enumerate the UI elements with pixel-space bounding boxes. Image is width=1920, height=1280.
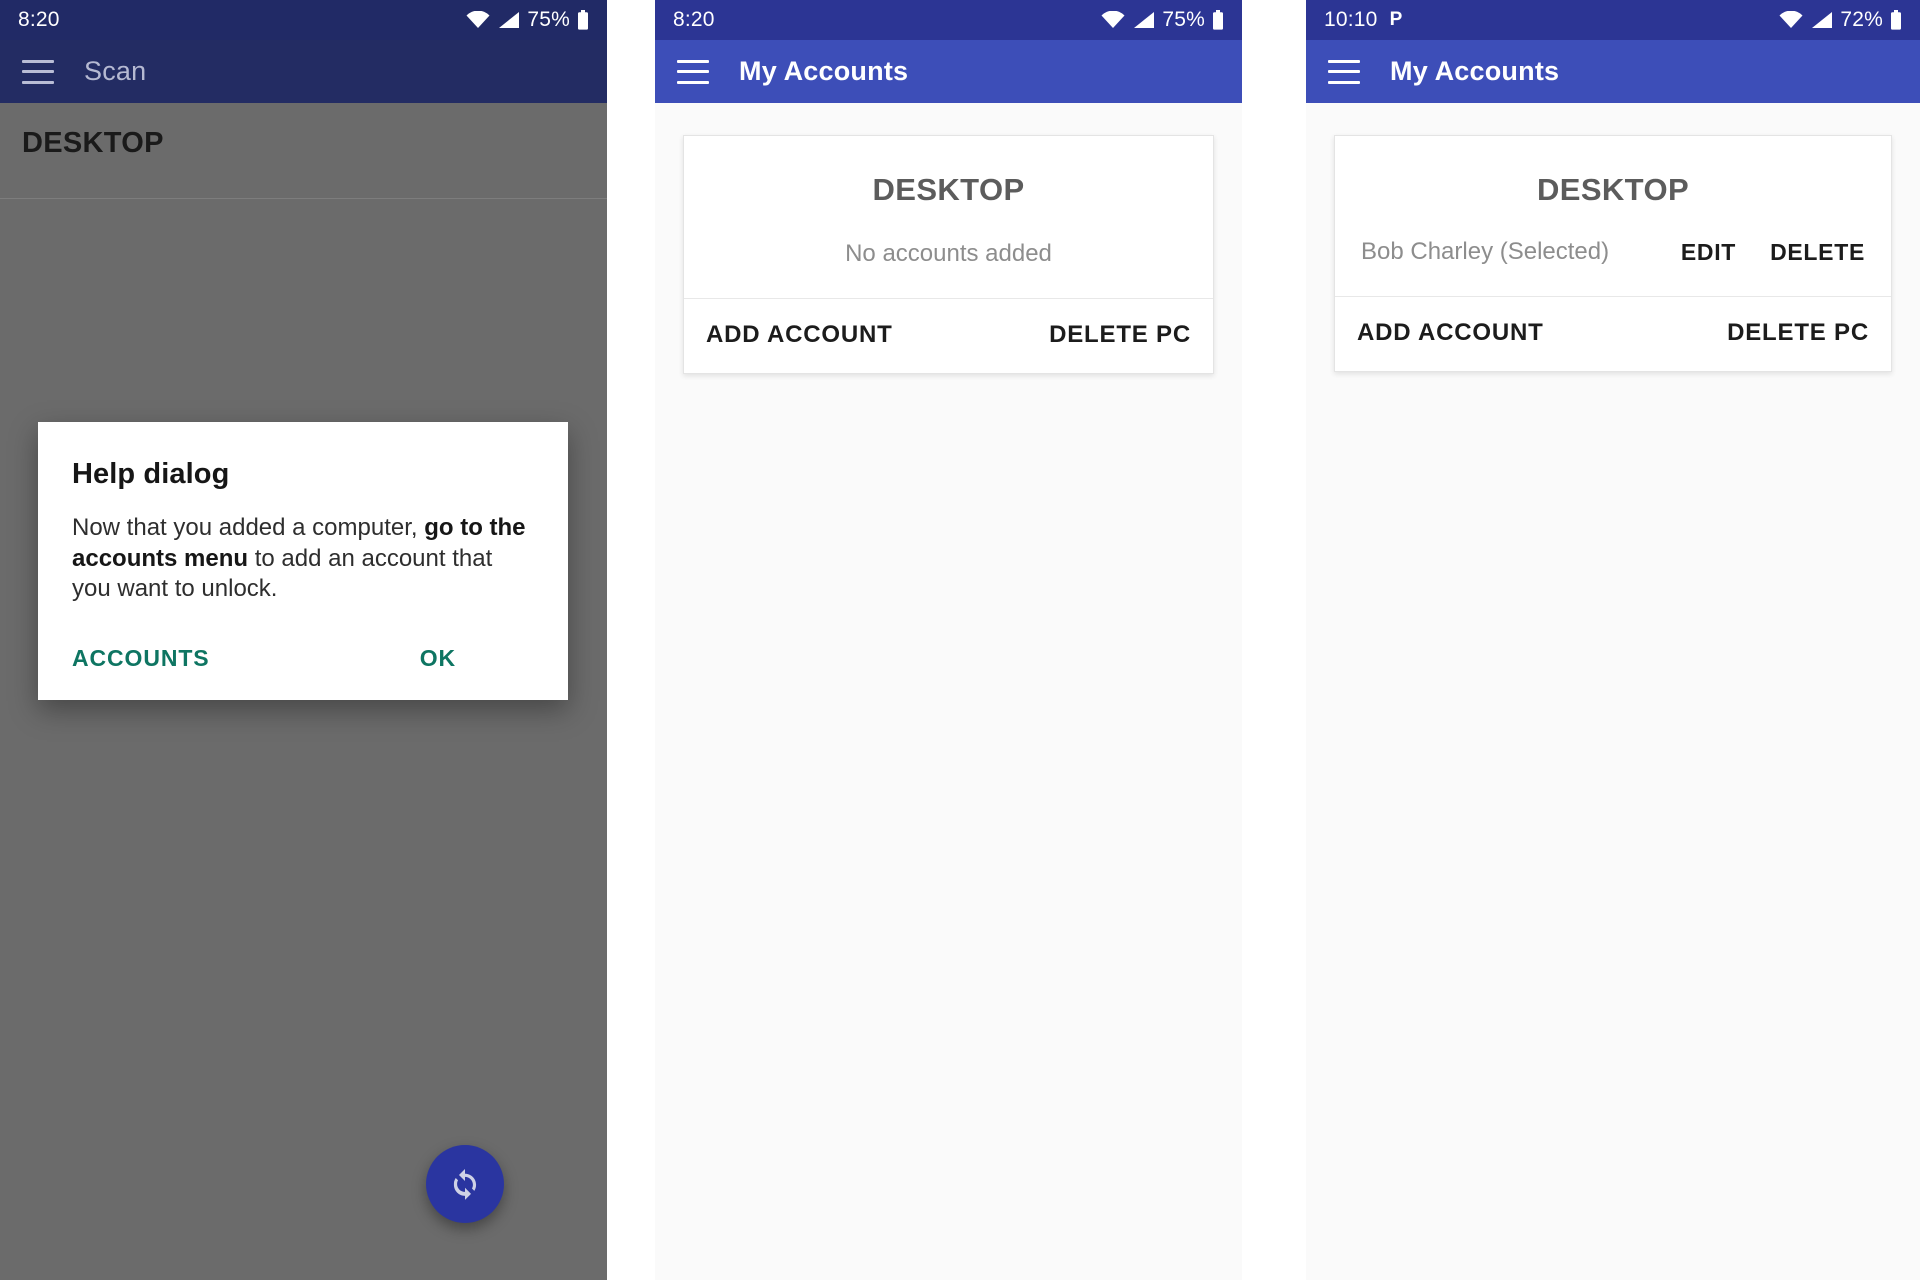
dialog-message-part1: Now that you added a computer, [72,514,425,541]
status-indicators: 75% [465,8,589,32]
app-bar: My Accounts [655,40,1242,103]
wifi-icon [1779,11,1803,28]
pc-card: DESKTOP No accounts added ADD ACCOUNT DE… [683,135,1214,374]
panel-gap-2 [1242,0,1306,1280]
delete-pc-button[interactable]: DELETE PC [1049,321,1191,349]
battery-percent: 75% [1162,8,1205,31]
help-dialog: Help dialog Now that you added a compute… [38,422,568,701]
hamburger-menu-icon[interactable] [1328,59,1360,84]
refresh-fab-button[interactable] [426,1145,504,1223]
account-name: Bob Charley (Selected) [1361,238,1610,265]
battery-icon [1891,10,1901,30]
signal-icon [1134,12,1155,28]
dialog-message: Now that you added a computer, go to the… [72,513,534,605]
card-actions: ADD ACCOUNT DELETE PC [1335,297,1891,371]
add-account-button[interactable]: ADD ACCOUNT [1357,319,1544,347]
screenshot-stage: 8:20 75% Scan DESKTOP Help dialog Now th… [0,0,1920,1280]
battery-percent: 75% [527,8,570,31]
location-pin-icon: P [1389,9,1403,30]
dialog-title: Help dialog [72,458,230,490]
status-time: 10:10 [1324,8,1378,31]
phone-screen-accounts-empty: 8:20 75% My Accounts DESKTOP No accounts… [655,0,1242,1280]
divider [0,198,607,199]
panel-gap-1 [607,0,655,1280]
signal-icon [499,12,520,28]
hamburger-menu-icon[interactable] [677,59,709,84]
card-actions: ADD ACCOUNT DELETE PC [684,299,1213,373]
status-time: 8:20 [673,8,715,31]
status-bar: 8:20 75% [0,0,607,40]
ok-button[interactable]: OK [420,645,456,672]
app-bar-title: Scan [84,56,147,86]
app-bar: Scan [0,40,607,103]
app-bar: My Accounts [1306,40,1920,103]
battery-percent: 72% [1840,8,1883,31]
card-header: DESKTOP Bob Charley (Selected) EDIT DELE… [1335,136,1891,296]
accounts-button[interactable]: ACCOUNTS [72,645,210,672]
empty-state-text: No accounts added [845,240,1052,267]
content-area: DESKTOP Bob Charley (Selected) EDIT DELE… [1306,103,1920,372]
status-indicators: 75% [1100,8,1224,32]
hamburger-menu-icon[interactable] [22,59,54,84]
wifi-icon [466,11,490,28]
card-title: DESKTOP [872,172,1025,207]
status-bar: 10:10 P 72% [1306,0,1920,40]
battery-icon [1213,10,1223,30]
add-account-button[interactable]: ADD ACCOUNT [706,321,893,349]
status-time: 8:20 [18,8,60,31]
card-header: DESKTOP No accounts added [684,136,1213,298]
status-indicators: 72% [1778,8,1902,32]
signal-icon [1812,12,1833,28]
phone-screen-accounts-filled: 10:10 P 72% My Accounts DESKTOP Bob Char… [1306,0,1920,1280]
app-bar-title: My Accounts [739,56,909,86]
delete-account-button[interactable]: DELETE [1770,239,1865,266]
edit-account-button[interactable]: EDIT [1681,239,1736,266]
status-bar: 8:20 75% [655,0,1242,40]
battery-icon [578,10,588,30]
section-title-desktop: DESKTOP [22,127,164,159]
wifi-icon [1101,11,1125,28]
sync-refresh-icon [453,1168,477,1200]
card-title: DESKTOP [1536,172,1690,207]
dialog-actions: ACCOUNTS OK [72,645,534,682]
content-area: DESKTOP No accounts added ADD ACCOUNT DE… [655,103,1242,374]
delete-pc-button[interactable]: DELETE PC [1727,319,1869,347]
pc-card: DESKTOP Bob Charley (Selected) EDIT DELE… [1334,135,1892,372]
app-bar-title: My Accounts [1390,56,1560,86]
account-row: Bob Charley (Selected) EDIT DELETE [1357,238,1869,266]
phone-screen-scan: 8:20 75% Scan DESKTOP Help dialog Now th… [0,0,607,1280]
